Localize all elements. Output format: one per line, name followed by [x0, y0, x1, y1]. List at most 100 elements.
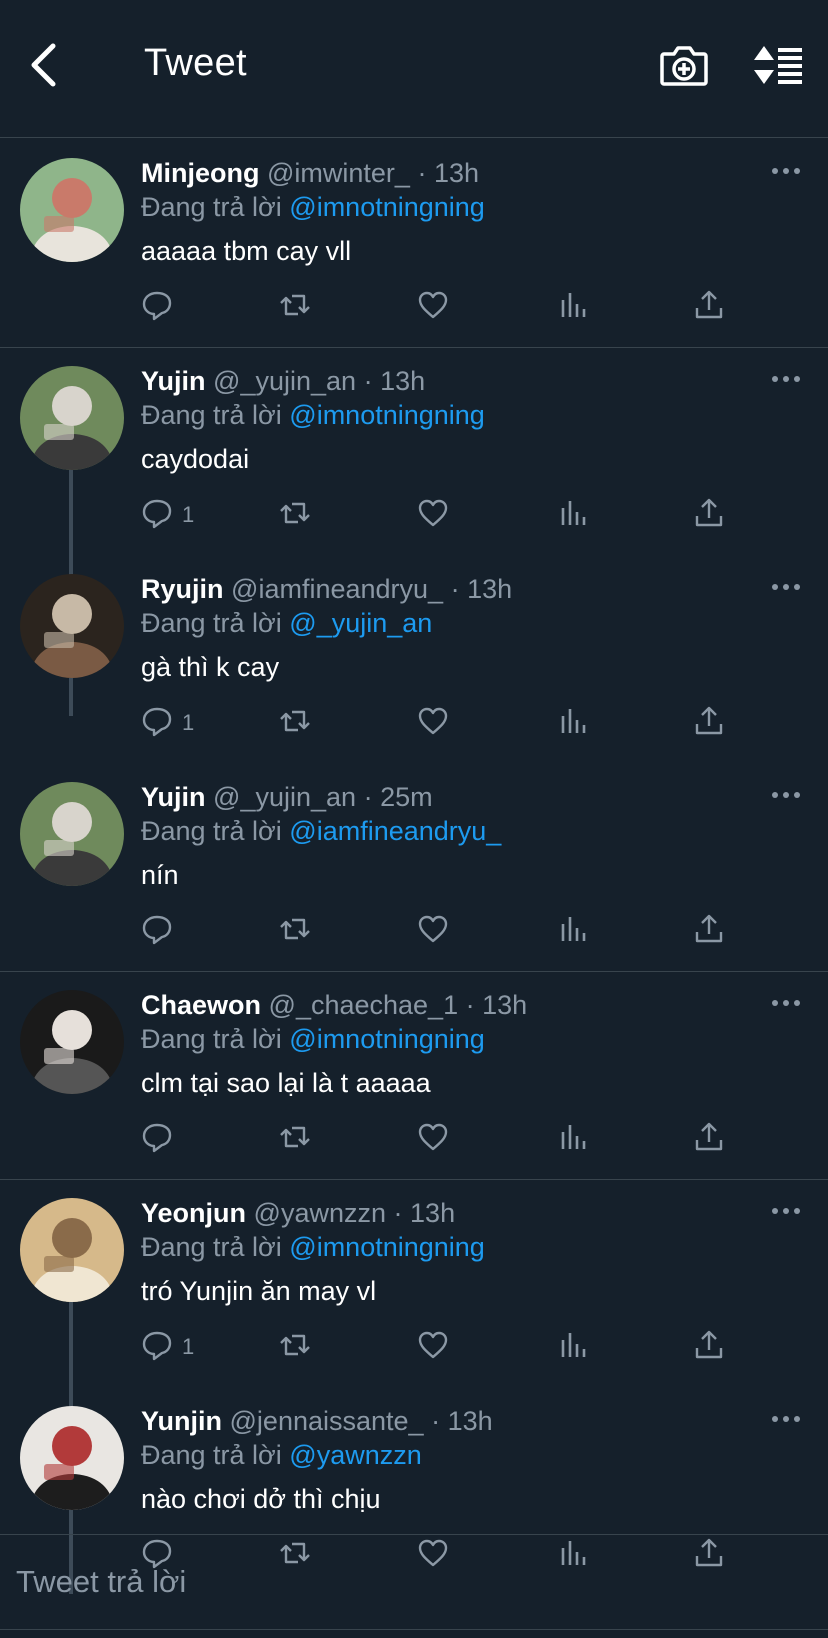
mention-link[interactable]: @imnotningning — [289, 192, 485, 222]
analytics-button[interactable] — [556, 288, 590, 328]
tweet-item[interactable]: Chaewon @_chaechae_1 · 13h Đang trả lời … — [0, 972, 828, 1180]
tweet-time[interactable]: 13h — [448, 1406, 493, 1436]
analytics-button[interactable] — [556, 496, 590, 536]
share-button[interactable] — [692, 288, 726, 328]
reply-button[interactable]: 1 — [140, 496, 194, 536]
author-handle[interactable]: @yawnzzn — [254, 1198, 386, 1228]
author-handle[interactable]: @_yujin_an — [213, 782, 356, 812]
mention-link[interactable]: @iamfineandryu_ — [289, 816, 501, 846]
reply-button[interactable] — [140, 1120, 174, 1160]
avatar[interactable] — [20, 1198, 124, 1302]
tweet-item[interactable]: Yujin @_yujin_an · 13h Đang trả lời @imn… — [0, 348, 828, 556]
avatar[interactable] — [20, 366, 124, 470]
tweet-text: clm tại sao lại là t aaaaa — [141, 1068, 431, 1098]
share-button[interactable] — [692, 1328, 726, 1368]
retweet-button[interactable] — [278, 1120, 312, 1160]
author-name[interactable]: Yeonjun — [141, 1198, 246, 1228]
author-handle[interactable]: @imwinter_ — [267, 158, 410, 188]
more-options-button[interactable] — [770, 1204, 802, 1216]
tweet-time[interactable]: 25m — [380, 782, 433, 812]
reply-button[interactable]: 1 — [140, 1328, 194, 1368]
analytics-button[interactable] — [556, 912, 590, 952]
replying-to: Đang trả lời @iamfineandryu_ — [141, 816, 501, 847]
reply-bubble-icon — [142, 291, 172, 321]
avatar[interactable] — [20, 158, 124, 262]
more-options-button[interactable] — [770, 580, 802, 592]
author-handle[interactable]: @iamfineandryu_ — [231, 574, 443, 604]
share-upload-icon — [695, 914, 723, 943]
tweet-item[interactable]: Yujin @_yujin_an · 25m Đang trả lời @iam… — [0, 764, 828, 972]
mention-link[interactable]: @imnotningning — [289, 1232, 485, 1262]
reply-bubble-icon — [142, 1123, 172, 1153]
tweet-time[interactable]: 13h — [482, 990, 527, 1020]
tweet-time[interactable]: 13h — [410, 1198, 455, 1228]
reply-button[interactable] — [140, 288, 174, 328]
sort-icon — [754, 46, 802, 84]
share-button[interactable] — [692, 496, 726, 536]
mention-link[interactable]: @_yujin_an — [289, 608, 432, 638]
like-button[interactable] — [416, 704, 450, 744]
author-name[interactable]: Yujin — [141, 782, 206, 812]
avatar[interactable] — [20, 1406, 124, 1510]
retweet-icon — [280, 502, 310, 524]
tweet-time[interactable]: 13h — [434, 158, 479, 188]
more-options-button[interactable] — [770, 996, 802, 1008]
analytics-button[interactable] — [556, 704, 590, 744]
tweet-header: Minjeong @imwinter_ · 13h — [141, 158, 479, 189]
author-name[interactable]: Chaewon — [141, 990, 261, 1020]
like-button[interactable] — [416, 1120, 450, 1160]
tweet-actions — [0, 1120, 828, 1160]
retweet-button[interactable] — [278, 912, 312, 952]
avatar[interactable] — [20, 782, 124, 886]
retweet-button[interactable] — [278, 288, 312, 328]
reply-button[interactable] — [140, 912, 174, 952]
like-button[interactable] — [416, 288, 450, 328]
author-name[interactable]: Yunjin — [141, 1406, 222, 1436]
like-button[interactable] — [416, 1328, 450, 1368]
camera-button[interactable] — [660, 42, 708, 88]
avatar[interactable] — [20, 990, 124, 1094]
retweet-button[interactable] — [278, 1328, 312, 1368]
retweet-button[interactable] — [278, 496, 312, 536]
author-handle[interactable]: @_yujin_an — [213, 366, 356, 396]
tweet-text: gà thì k cay — [141, 652, 280, 682]
share-button[interactable] — [692, 912, 726, 952]
analytics-button[interactable] — [556, 1120, 590, 1160]
separator-dot: · — [363, 782, 373, 812]
like-button[interactable] — [416, 496, 450, 536]
mention-link[interactable]: @yawnzzn — [289, 1440, 421, 1470]
tweet-item[interactable]: Yeonjun @yawnzzn · 13h Đang trả lời @imn… — [0, 1180, 828, 1388]
author-name[interactable]: Ryujin — [141, 574, 224, 604]
retweet-button[interactable] — [278, 704, 312, 744]
more-options-button[interactable] — [770, 1412, 802, 1424]
author-name[interactable]: Minjeong — [141, 158, 259, 188]
replying-to: Đang trả lời @yawnzzn — [141, 1440, 422, 1471]
analytics-button[interactable] — [556, 1328, 590, 1368]
more-options-button[interactable] — [770, 164, 802, 176]
mention-link[interactable]: @imnotningning — [289, 1024, 485, 1054]
analytics-bars-icon — [561, 1125, 586, 1149]
author-name[interactable]: Yujin — [141, 366, 206, 396]
reply-input[interactable] — [16, 1559, 806, 1605]
tweet-item[interactable]: Minjeong @imwinter_ · 13h Đang trả lời @… — [0, 140, 828, 348]
like-button[interactable] — [416, 912, 450, 952]
more-options-button[interactable] — [770, 788, 802, 800]
share-button[interactable] — [692, 704, 726, 744]
tweet-time[interactable]: 13h — [467, 574, 512, 604]
retweet-icon — [280, 1334, 310, 1356]
replying-to: Đang trả lời @imnotningning — [141, 192, 485, 223]
retweet-icon — [280, 710, 310, 732]
tweet-time[interactable]: 13h — [380, 366, 425, 396]
tweet-item[interactable]: Ryujin @iamfineandryu_ · 13h Đang trả lờ… — [0, 556, 828, 764]
more-options-button[interactable] — [770, 372, 802, 384]
author-handle[interactable]: @jennaissante_ — [230, 1406, 424, 1436]
author-handle[interactable]: @_chaechae_1 — [269, 990, 459, 1020]
mention-link[interactable]: @imnotningning — [289, 400, 485, 430]
replying-to-label: Đang trả lời — [141, 1024, 282, 1054]
avatar[interactable] — [20, 574, 124, 678]
back-button[interactable] — [24, 40, 68, 90]
tweet-text: nín — [141, 860, 179, 890]
sort-replies-button[interactable] — [752, 42, 806, 88]
share-button[interactable] — [692, 1120, 726, 1160]
reply-button[interactable]: 1 — [140, 704, 194, 744]
